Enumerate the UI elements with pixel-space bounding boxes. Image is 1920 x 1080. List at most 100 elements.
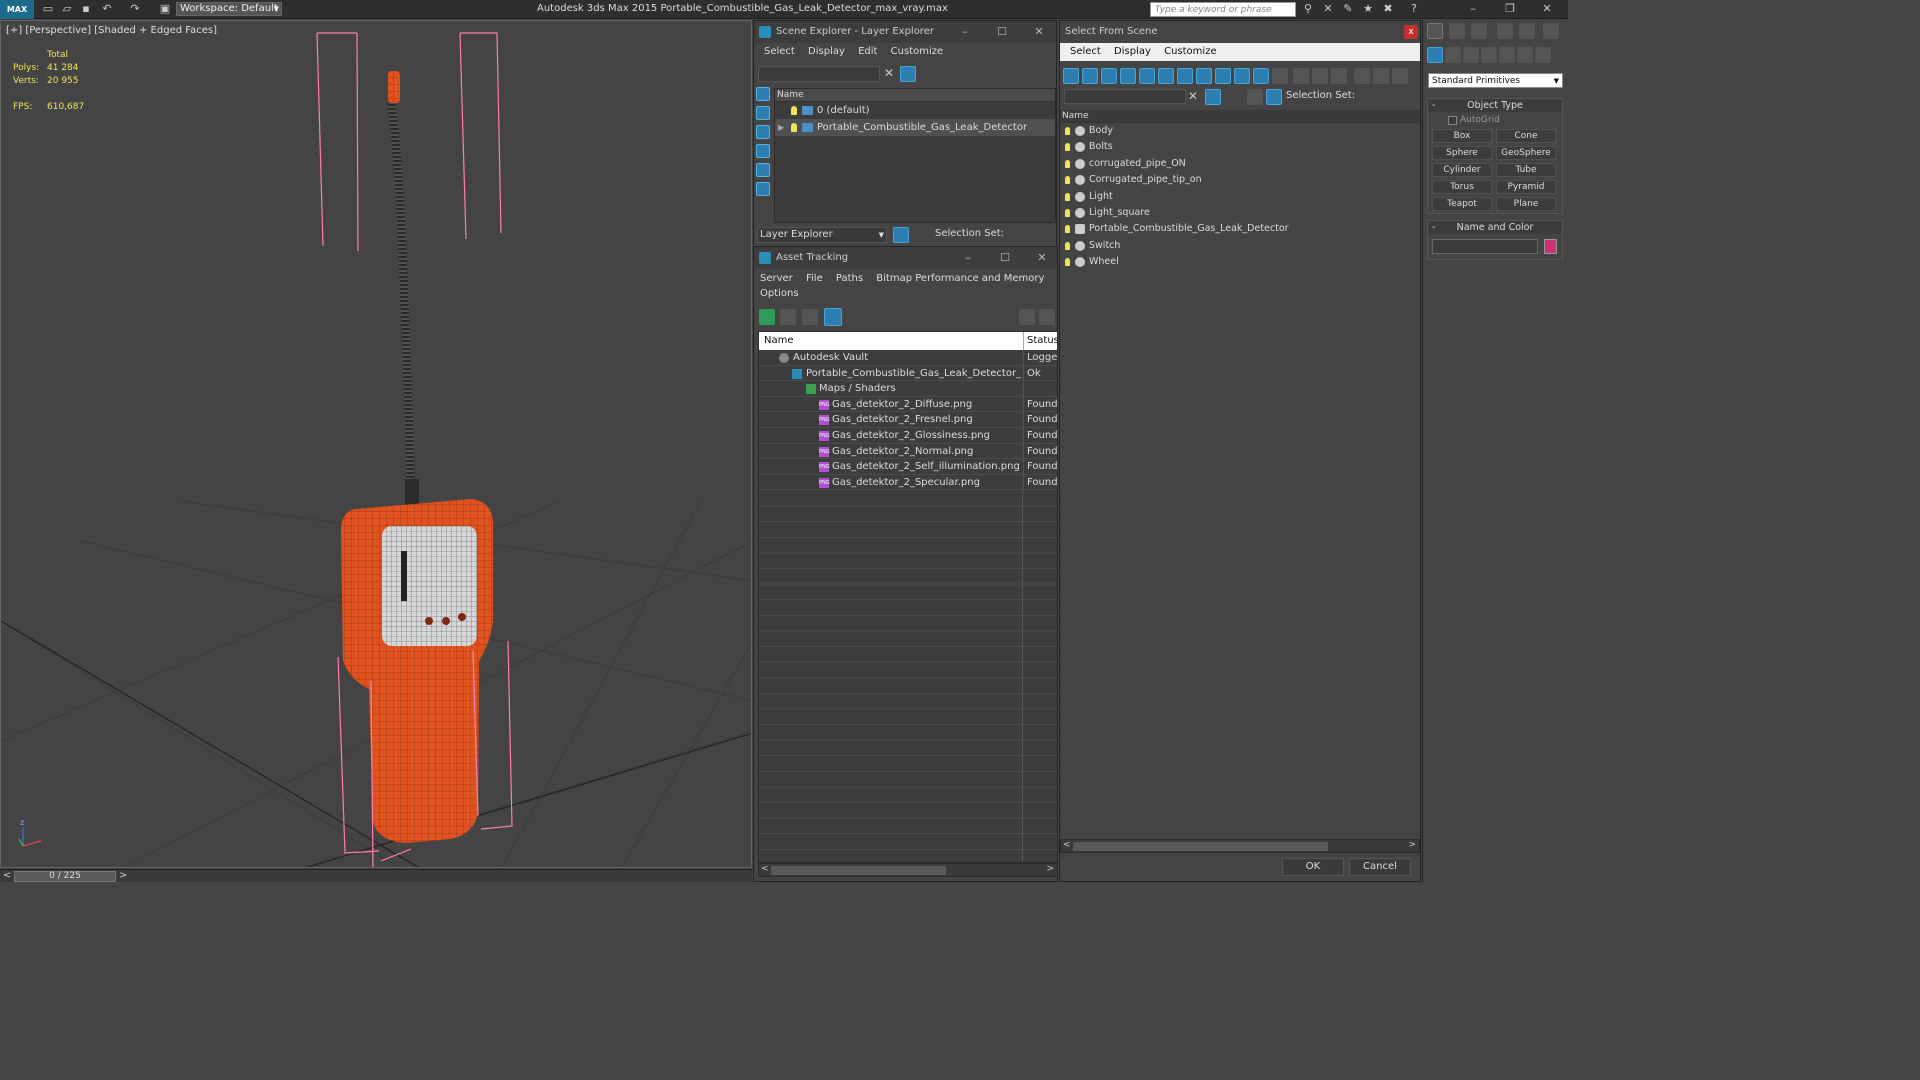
asset-row[interactable]: Maps / Shaders [759,381,1057,397]
scene-search-input[interactable] [1064,89,1186,104]
object-row[interactable]: Corrugated_pipe_tip_on [1060,172,1420,188]
cylinder-button[interactable]: Cylinder [1432,163,1492,177]
light-bulb-icon[interactable] [1065,192,1070,201]
tree-row[interactable]: 0 (default) [775,102,1055,119]
search-input[interactable]: Type a keyword or phrase [1150,2,1296,17]
maximize-icon[interactable]: ☐ [990,247,1020,269]
explorer-type-dropdown[interactable]: Layer Explorer ▼ [757,227,887,243]
hierarchy-icon[interactable] [1266,89,1282,105]
column-header-status[interactable]: Status [1023,332,1057,350]
object-row[interactable]: Wheel [1060,254,1420,270]
menu-customize[interactable]: Customize [1164,46,1217,57]
column-header-name[interactable]: Name [759,335,794,346]
geosphere-button[interactable]: GeoSphere [1496,146,1556,160]
display-helpers-icon[interactable] [756,163,770,177]
object-row[interactable]: Portable_Combustible_Gas_Leak_Detector [1060,221,1420,237]
display-shapes-icon[interactable] [1082,68,1098,84]
scroll-left-icon[interactable]: < [1063,840,1071,850]
list-view-icon[interactable] [780,309,796,325]
filter-icon[interactable] [1354,68,1370,84]
undo-icon[interactable]: ↶ [99,2,115,16]
help-icon[interactable]: ? [1406,2,1422,16]
save-icon[interactable]: ▪ [78,2,94,16]
scene-search-input[interactable] [758,66,880,82]
workspace-dropdown[interactable]: Workspace: Default ▼ [176,2,282,16]
menu-display[interactable]: Display [808,46,845,57]
display-none-icon[interactable] [1312,68,1328,84]
refresh-icon[interactable] [759,309,775,325]
display-hidden-icon[interactable] [1272,68,1288,84]
display-cameras-icon[interactable] [1120,68,1136,84]
light-bulb-icon[interactable] [1065,208,1070,217]
filter-icon[interactable] [1205,89,1221,105]
name-and-color-header[interactable]: - Name and Color [1428,221,1562,234]
table-view-icon[interactable] [824,308,842,326]
asset-row[interactable]: Portable_Combustible_Gas_Leak_Detector_m… [759,365,1057,382]
help-icon[interactable] [1019,309,1035,325]
primitive-type-dropdown[interactable]: Standard Primitives ▼ [1428,73,1563,88]
column-header-name[interactable]: Name [1060,110,1420,123]
display-frozen-icon[interactable] [1253,68,1269,84]
display-lights-icon[interactable] [1101,68,1117,84]
exchange-icon[interactable]: ✖ [1380,2,1396,16]
binoculars-icon[interactable]: ⚲ [1300,2,1316,16]
teapot-button[interactable]: Teapot [1432,197,1492,211]
context-help-icon[interactable] [1039,309,1055,325]
menu-options[interactable]: Options [760,288,799,299]
ok-button[interactable]: OK [1282,858,1344,876]
sync-selection-icon[interactable] [920,66,936,82]
scroll-right-icon[interactable]: > [1046,864,1054,874]
asset-row[interactable]: PNG Gas_detektor_2_Specular.png Found [759,474,1057,491]
display-shapes-icon[interactable] [756,106,770,120]
menu-bitmap-performance[interactable]: Bitmap Performance and Memory [876,273,1044,284]
display-cameras-icon[interactable] [756,144,770,158]
object-name-field[interactable] [1432,239,1538,254]
plane-button[interactable]: Plane [1496,197,1556,211]
asset-row[interactable]: Autodesk Vault Loggec [759,350,1057,366]
utilities-tab-icon[interactable] [1543,23,1559,39]
tube-button[interactable]: Tube [1496,163,1556,177]
scroll-right-icon[interactable]: > [1408,840,1416,850]
object-type-header[interactable]: - Object Type [1428,99,1562,112]
asset-row[interactable]: PNG Gas_detektor_2_Self_illumination.png… [759,459,1057,475]
display-bones-icon[interactable] [1215,68,1231,84]
minimize-icon[interactable]: – [1462,1,1484,17]
invert-display-icon[interactable] [1331,68,1347,84]
time-slider[interactable]: 0 / 225 [14,871,116,882]
new-file-icon[interactable]: ▭ [40,2,56,16]
light-bulb-icon[interactable] [1065,143,1070,152]
project-folder-icon[interactable]: ▣ [157,2,173,16]
hierarchy-icon[interactable] [912,227,928,243]
scroll-thumb[interactable] [771,866,946,875]
motion-tab-icon[interactable] [1497,23,1513,39]
maximize-icon[interactable]: ☐ [987,21,1017,43]
collapse-icon[interactable] [1392,68,1408,84]
light-bulb-icon[interactable] [1065,225,1070,234]
spacewarps-category-icon[interactable] [1517,47,1533,63]
object-color-swatch[interactable] [1544,239,1557,254]
display-spacewarps-icon[interactable] [756,182,770,196]
select-from-scene-titlebar[interactable]: Select From Scene [1060,21,1420,43]
checkbox-icon[interactable] [1448,116,1457,125]
geometry-category-icon[interactable] [1427,47,1443,63]
object-row[interactable]: corrugated_pipe_ON [1060,156,1420,172]
cancel-button[interactable]: Cancel [1349,858,1411,876]
cameras-category-icon[interactable] [1481,47,1497,63]
display-lights-icon[interactable] [756,125,770,139]
display-xrefs-icon[interactable] [1196,68,1212,84]
box-button[interactable]: Box [1432,129,1492,143]
display-tab-icon[interactable] [1519,23,1535,39]
close-icon[interactable]: ✕ [1536,1,1558,17]
display-geometry-icon[interactable] [1063,68,1079,84]
expand-arrow-icon[interactable]: ▶ [778,119,784,136]
object-row[interactable]: Body [1060,123,1420,139]
menu-select[interactable]: Select [1070,46,1101,57]
scene-explorer-titlebar[interactable]: Scene Explorer - Layer Explorer – ☐ ✕ [754,21,1056,43]
asset-row[interactable]: PNG Gas_detektor_2_Diffuse.png Found [759,396,1057,413]
close-icon[interactable]: x [1404,25,1418,39]
restore-icon[interactable]: ❐ [1499,1,1521,17]
hierarchy-icon[interactable] [1373,68,1389,84]
object-row[interactable]: Switch [1060,238,1420,254]
sphere-button[interactable]: Sphere [1432,146,1492,160]
menu-paths[interactable]: Paths [836,273,863,284]
